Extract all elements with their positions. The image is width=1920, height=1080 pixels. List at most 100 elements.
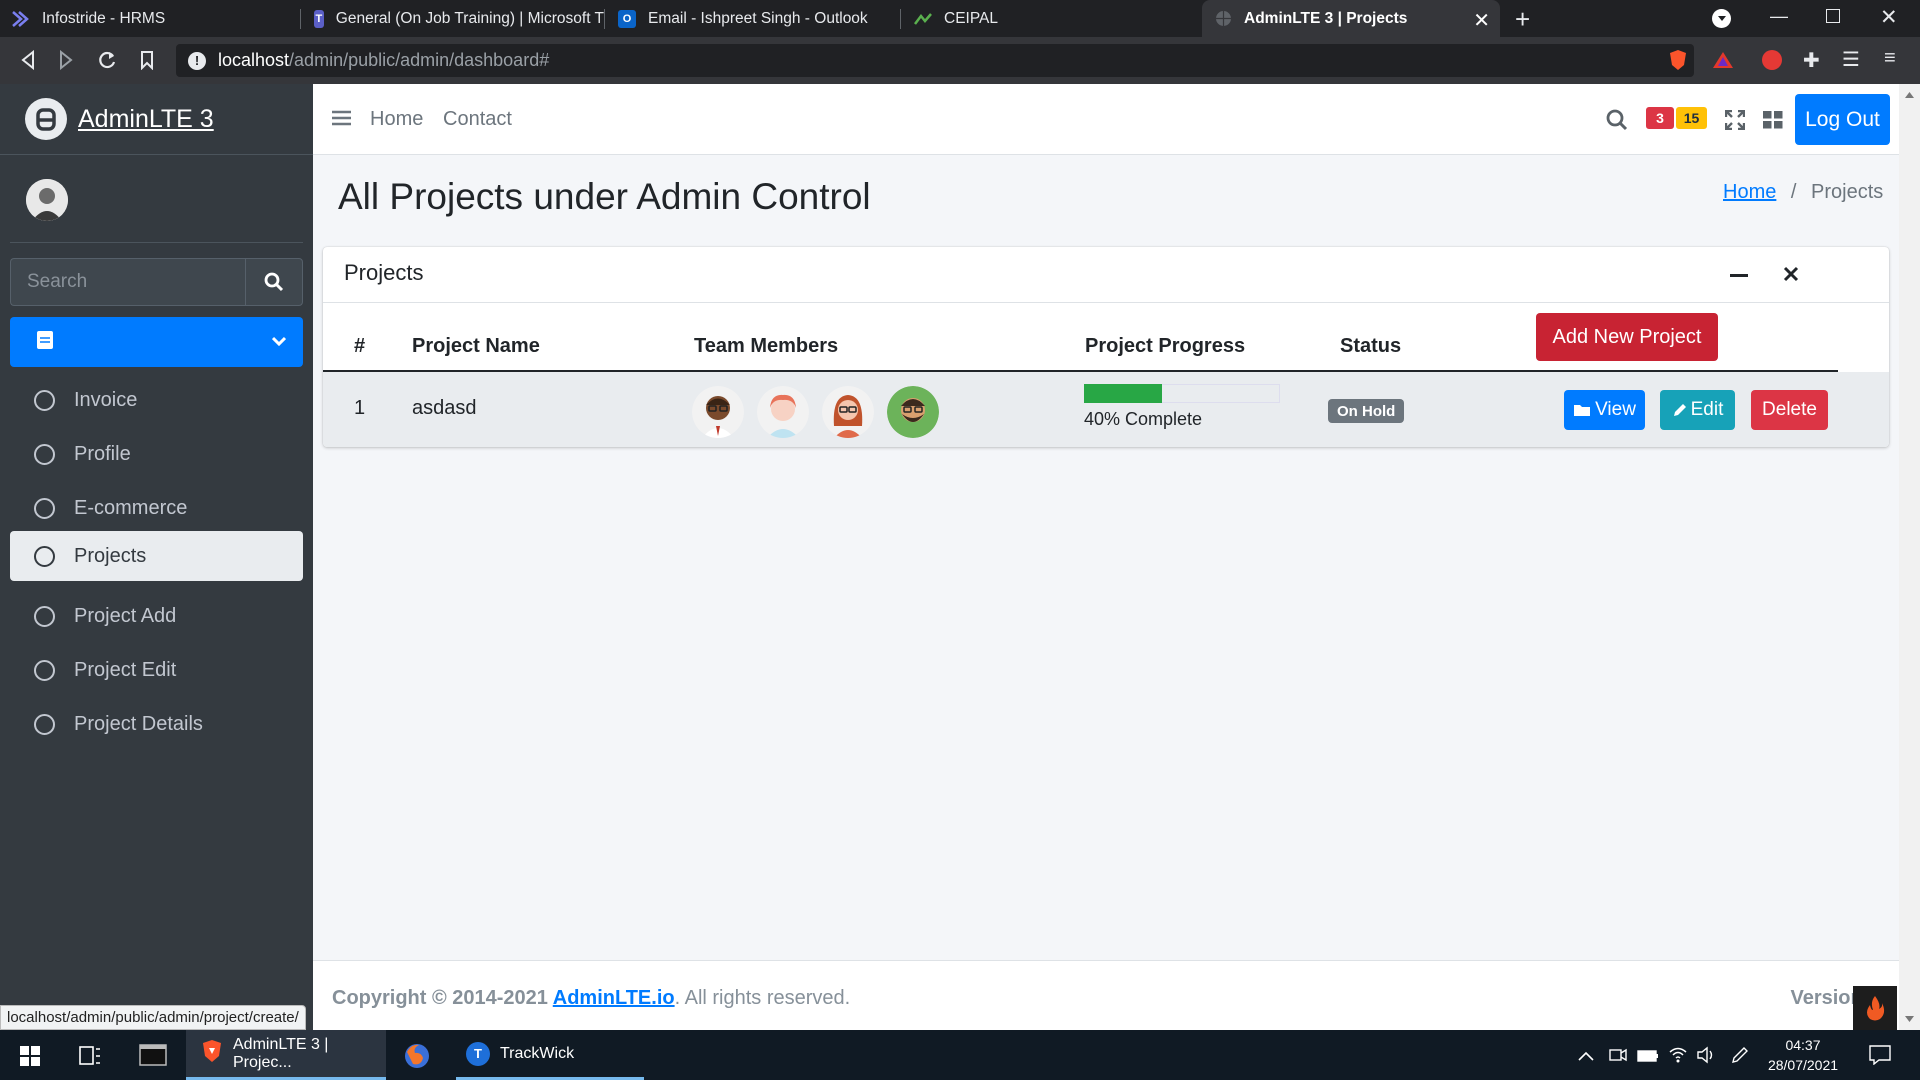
site-info-icon[interactable]: ! — [188, 51, 206, 70]
url-host: localhost — [218, 50, 290, 70]
forward-icon[interactable] — [58, 49, 74, 75]
breadcrumb-home-link[interactable]: Home — [1723, 181, 1776, 203]
team-member-avatar[interactable] — [757, 386, 809, 438]
sidebar-item-label: Profile — [74, 442, 131, 465]
collapse-icon[interactable] — [1730, 274, 1748, 277]
tab-infostride[interactable]: Infostride - HRMS — [0, 0, 300, 37]
control-sidebar-grid-icon[interactable] — [1763, 111, 1783, 134]
minimize-icon[interactable]: — — [1770, 6, 1788, 27]
globe-icon — [1214, 10, 1232, 28]
tab-outlook[interactable]: O Email - Ishpreet Singh - Outlook — [606, 0, 900, 37]
card-header: Projects — [323, 247, 1889, 303]
sidebar-menu-parent[interactable] — [10, 317, 303, 367]
close-icon[interactable] — [1783, 266, 1799, 287]
add-new-project-button[interactable]: Add New Project — [1536, 313, 1718, 361]
browser-menu-icon[interactable]: ≡ — [1884, 47, 1896, 70]
sidebar-item-label: Projects — [74, 544, 147, 567]
top-navbar: Home Contact 3 15 Log Out — [313, 84, 1899, 155]
brave-icon — [201, 1039, 223, 1068]
extension-adblock-icon[interactable] — [1762, 50, 1782, 70]
new-tab-icon[interactable]: + — [1515, 4, 1530, 35]
taskbar-app-brave[interactable]: AdminLTE 3 | Projec... — [186, 1030, 386, 1080]
windows-start-icon[interactable] — [20, 1046, 40, 1071]
sidebar-item-ecommerce[interactable]: E-commerce — [10, 483, 303, 533]
close-window-icon[interactable]: ✕ — [1880, 5, 1898, 30]
circle-icon — [34, 713, 55, 735]
sidebar: AdminLTE 3 Invoice Profile E-commerce Pr… — [0, 84, 313, 1030]
clock[interactable]: 04:37 28/07/2021 — [1766, 1035, 1840, 1075]
user-avatar[interactable] — [26, 179, 68, 221]
adminlte-logo-icon — [25, 98, 67, 140]
nav-home-link[interactable]: Home — [370, 108, 423, 131]
project-name: asdasd — [412, 397, 477, 419]
logout-button[interactable]: Log Out — [1795, 94, 1890, 145]
sidebar-item-projects[interactable]: Projects — [10, 531, 303, 581]
sidebar-item-project-details[interactable]: Project Details — [10, 699, 303, 749]
hamburger-menu-icon[interactable] — [332, 110, 351, 131]
flame-widget-icon[interactable] — [1853, 986, 1897, 1030]
edit-button[interactable]: Edit — [1660, 390, 1735, 430]
extensions-puzzle-icon[interactable]: ✚ — [1803, 48, 1820, 73]
column-header-number: # — [354, 335, 366, 357]
outlook-icon: O — [618, 9, 636, 28]
rights-text: . All rights reserved. — [674, 987, 851, 1009]
tab-ceipal[interactable]: CEIPAL — [902, 0, 1202, 37]
view-button[interactable]: View — [1564, 390, 1645, 430]
tab-search-icon[interactable] — [1712, 9, 1731, 28]
team-member-avatar[interactable] — [692, 386, 744, 438]
sidebar-search-input[interactable] — [10, 258, 245, 306]
breadcrumb-current: Projects — [1811, 181, 1884, 203]
page-scrollbar[interactable] — [1899, 84, 1920, 1030]
nav-contact-link[interactable]: Contact — [443, 108, 512, 131]
sidebar-item-profile[interactable]: Profile — [10, 429, 303, 479]
tab-title: CEIPAL — [944, 9, 998, 27]
task-view-icon[interactable] — [79, 1046, 101, 1071]
sidebar-item-project-edit[interactable]: Project Edit — [10, 645, 303, 695]
back-icon[interactable] — [20, 49, 36, 75]
tab-title: AdminLTE 3 | Projects — [1244, 9, 1408, 27]
brand-link[interactable]: AdminLTE 3 — [0, 84, 313, 155]
card-title: Projects — [344, 260, 424, 285]
tray-chevron-up-icon[interactable] — [1578, 1048, 1594, 1066]
notifications-icon[interactable] — [1869, 1045, 1891, 1070]
wifi-icon[interactable] — [1668, 1045, 1688, 1068]
playlist-icon[interactable]: ☰ — [1842, 47, 1860, 72]
circle-icon — [34, 443, 55, 465]
status-badge: On Hold — [1328, 399, 1405, 423]
restore-icon[interactable] — [1826, 9, 1840, 23]
terminal-icon[interactable] — [139, 1044, 167, 1071]
notifications-badge[interactable]: 15 — [1676, 107, 1707, 129]
team-member-avatar[interactable] — [887, 386, 939, 438]
page-title: All Projects under Admin Control — [338, 176, 871, 217]
tab-adminlte-projects[interactable]: AdminLTE 3 | Projects ✕ — [1202, 0, 1500, 37]
volume-icon[interactable] — [1696, 1046, 1716, 1069]
user-panel — [10, 155, 303, 243]
meet-now-icon[interactable] — [1609, 1046, 1627, 1069]
close-tab-icon[interactable]: ✕ — [1473, 8, 1490, 33]
tab-teams[interactable]: T General (On Job Training) | Microsoft … — [302, 0, 604, 37]
brave-shield-icon[interactable] — [1668, 49, 1688, 76]
taskbar-app-trackwick[interactable]: T TrackWick — [456, 1030, 644, 1080]
brave-rewards-icon[interactable] — [1712, 51, 1734, 74]
sidebar-item-project-add[interactable]: Project Add — [10, 591, 303, 641]
delete-button[interactable]: Delete — [1751, 390, 1828, 430]
circle-icon — [34, 389, 55, 411]
sidebar-search-button[interactable] — [245, 258, 303, 306]
sidebar-item-label: E-commerce — [74, 496, 188, 519]
sidebar-item-invoice[interactable]: Invoice — [10, 375, 303, 425]
bookmark-icon[interactable] — [140, 50, 154, 75]
search-icon — [264, 272, 284, 292]
messages-badge[interactable]: 3 — [1646, 107, 1674, 129]
reload-icon[interactable] — [97, 50, 117, 75]
windows-taskbar: AdminLTE 3 | Projec... T TrackWick 04:37… — [0, 1030, 1920, 1080]
adminlte-link[interactable]: AdminLTE.io — [553, 987, 675, 1009]
firefox-icon[interactable] — [403, 1042, 431, 1075]
team-member-avatar[interactable] — [822, 386, 874, 438]
sidebar-search — [10, 258, 303, 306]
pen-ink-icon[interactable] — [1730, 1045, 1750, 1070]
projects-card: Projects # Project Name Team Members Pro… — [323, 247, 1889, 447]
battery-icon[interactable] — [1637, 1049, 1659, 1067]
navbar-search-icon[interactable] — [1606, 109, 1628, 136]
address-bar[interactable]: ! localhost/admin/public/admin/dashboard… — [176, 44, 1694, 77]
fullscreen-icon[interactable] — [1724, 109, 1746, 135]
